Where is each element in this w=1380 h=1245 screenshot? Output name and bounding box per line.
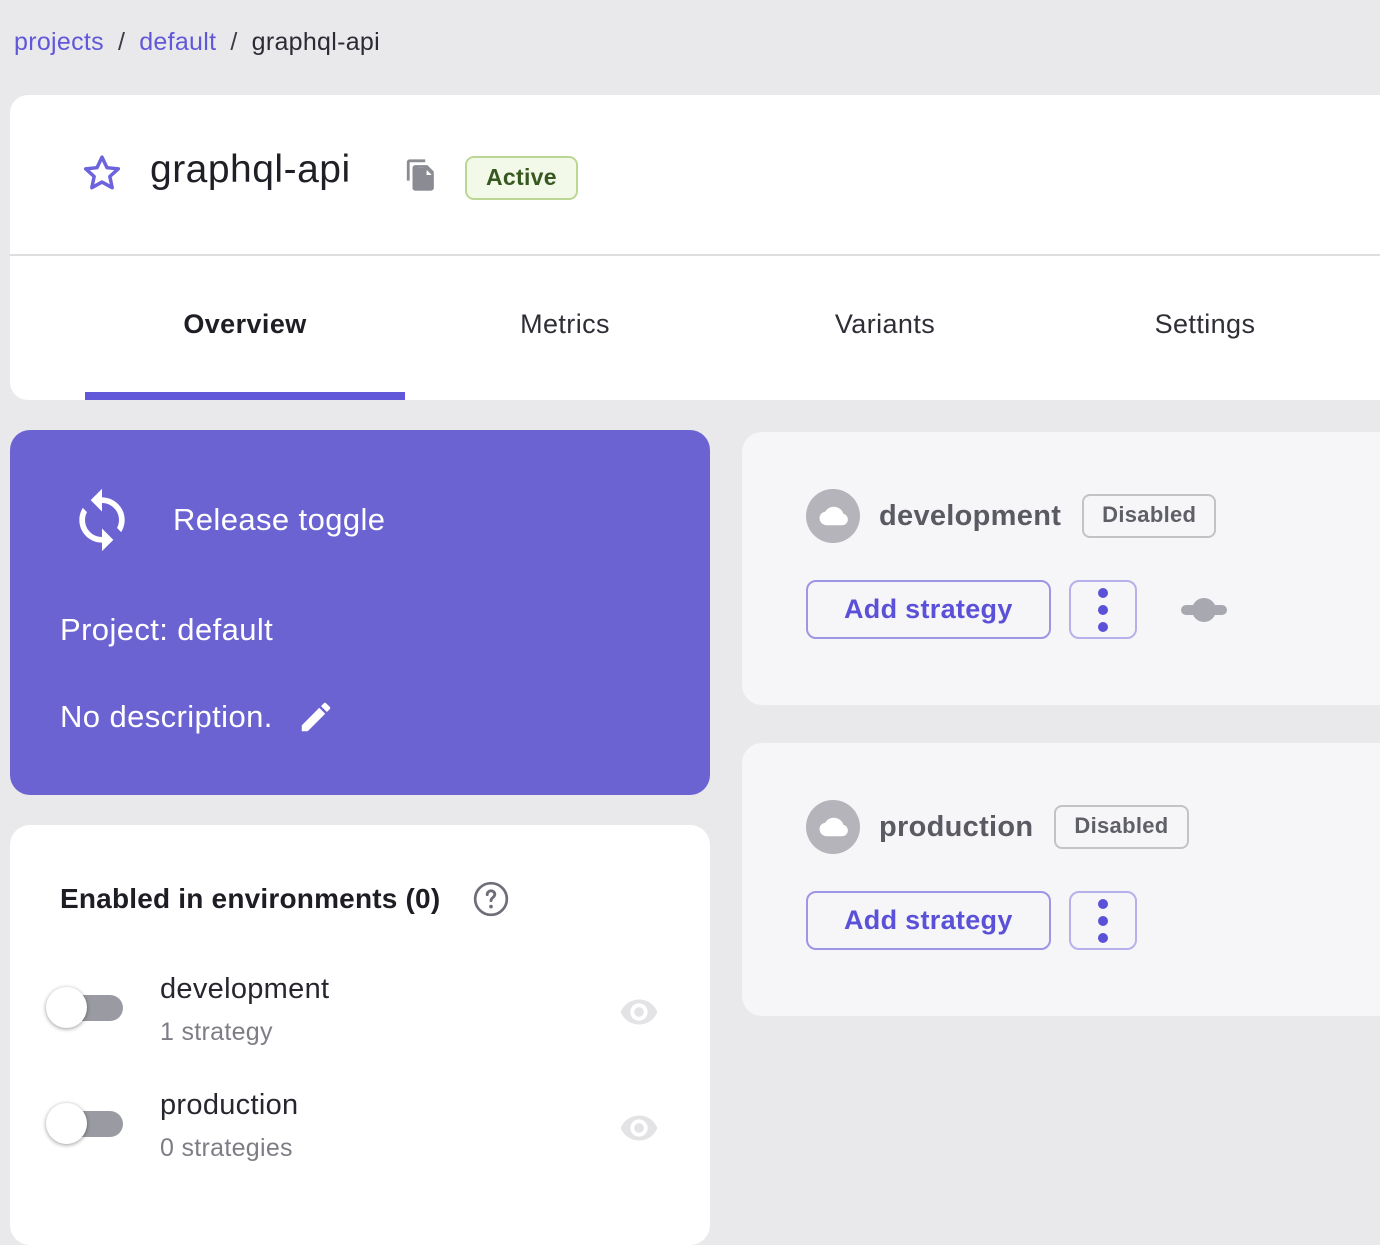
strategy-slider-icon [1180, 597, 1227, 623]
environment-card-production: production Disabled Add strategy [742, 743, 1380, 1016]
env-row-strategy-count: 1 strategy [160, 1018, 273, 1046]
status-badge: Active [465, 156, 578, 200]
tab-settings[interactable]: Settings [1045, 256, 1365, 392]
visibility-eye-icon[interactable] [615, 992, 663, 1032]
env-row-name: development [160, 973, 330, 1005]
breadcrumb-separator: / [230, 28, 238, 56]
release-toggle-icon [68, 486, 136, 554]
breadcrumb-separator: / [117, 28, 126, 56]
toggle-description-row: No description. [60, 698, 335, 736]
env-toggle-production[interactable] [46, 1103, 138, 1145]
env-row-strategy-count: 0 strategies [160, 1134, 293, 1162]
add-strategy-button[interactable]: Add strategy [806, 580, 1051, 639]
toggle-type-card: Release toggle Project: default No descr… [10, 430, 710, 795]
environment-menu-button[interactable] [1068, 580, 1137, 639]
breadcrumb-link-projects[interactable]: projects [14, 28, 104, 57]
environment-card-development: development Disabled Add strategy [742, 432, 1380, 705]
page-title: graphql-api [150, 148, 351, 191]
copy-name-icon[interactable] [404, 156, 438, 194]
cloud-environment-icon [806, 489, 860, 543]
toggle-project-label: Project: default [60, 612, 274, 647]
environment-name: production [879, 810, 1034, 843]
environment-status-badge: Disabled [1054, 805, 1189, 849]
active-tab-indicator [85, 392, 405, 400]
breadcrumb-link-default[interactable]: default [139, 28, 216, 57]
favorite-star-icon[interactable] [80, 152, 124, 196]
tab-metrics[interactable]: Metrics [405, 256, 725, 392]
toggle-type-label: Release toggle [173, 502, 386, 537]
enabled-environments-card: Enabled in environments (0) development … [10, 825, 710, 1245]
env-toggle-development[interactable] [46, 987, 138, 1029]
enabled-environments-title: Enabled in environments (0) [60, 883, 441, 914]
breadcrumb: projects / default / graphql-api [14, 28, 380, 57]
help-icon[interactable] [472, 880, 510, 918]
toggle-description: No description. [60, 699, 273, 734]
breadcrumb-current: graphql-api [251, 28, 380, 56]
tabs-bar: Overview Metrics Variants Settings [85, 256, 1365, 392]
cloud-environment-icon [806, 800, 860, 854]
add-strategy-button[interactable]: Add strategy [806, 891, 1051, 950]
edit-description-icon[interactable] [297, 698, 335, 736]
tab-variants[interactable]: Variants [725, 256, 1045, 392]
tab-overview[interactable]: Overview [85, 256, 405, 392]
env-row-name: production [160, 1089, 299, 1121]
visibility-eye-icon[interactable] [615, 1108, 663, 1148]
environment-status-badge: Disabled [1082, 494, 1217, 538]
environment-menu-button[interactable] [1068, 891, 1137, 950]
feature-header-card: graphql-api Active Overview Metrics Vari… [10, 95, 1380, 400]
environment-name: development [879, 499, 1062, 532]
